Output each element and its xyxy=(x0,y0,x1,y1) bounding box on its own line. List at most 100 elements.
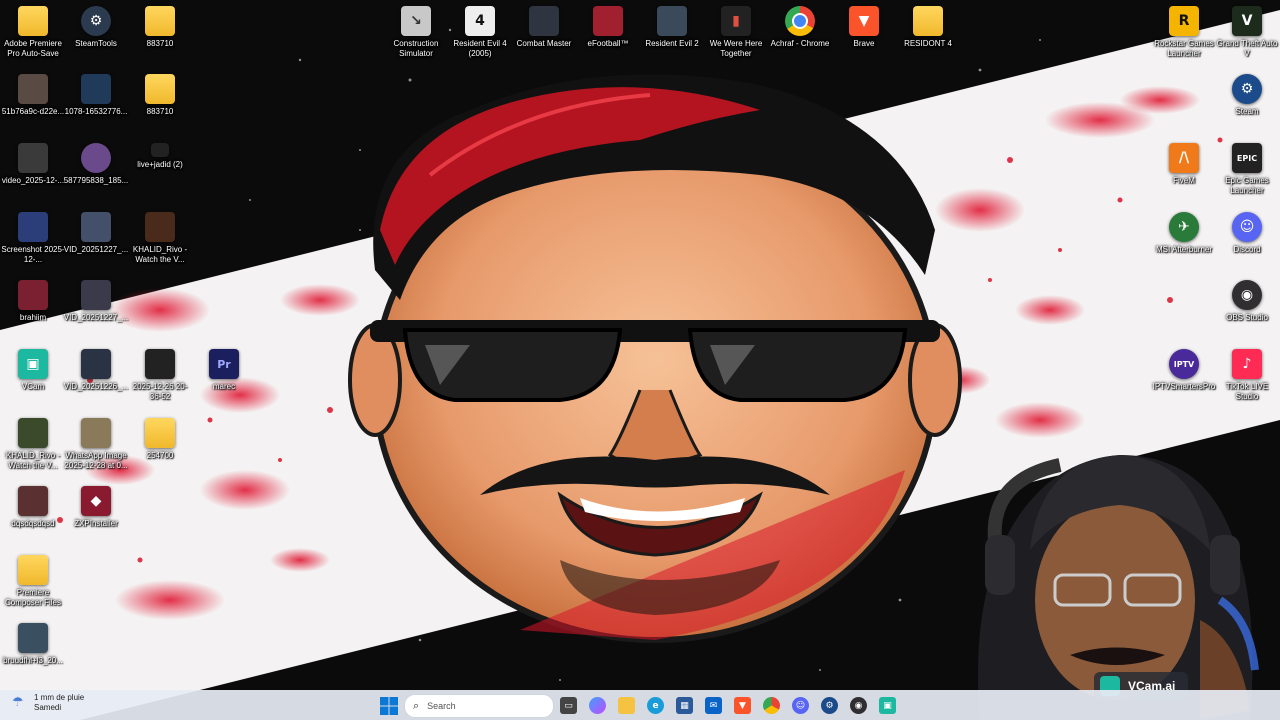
icon-label: Premiere Composer Files xyxy=(4,588,61,607)
taskbar-obs-icon[interactable]: ◉ xyxy=(850,697,867,714)
taskbar-copilot-icon[interactable] xyxy=(589,697,606,714)
desktop-icon-folder-254700[interactable]: 254700 xyxy=(127,418,193,461)
desktop-icon-adobe-premiere-autosave[interactable]: Adobe Premiere Pro Auto-Save xyxy=(0,6,66,59)
desktop-icon-premiere-composer-files[interactable]: Premiere Composer Files xyxy=(0,555,66,608)
icon-label: Grand Theft Auto V xyxy=(1216,39,1278,58)
taskbar-outlook-icon[interactable]: ✉ xyxy=(705,697,722,714)
desktop-icon-we-were-here-together[interactable]: ▮ We Were Here Together xyxy=(703,6,769,59)
desktop-icon-bruudfhl[interactable]: bruudfhl+l3_20... xyxy=(0,623,66,666)
taskbar-vcam-icon[interactable]: ▣ xyxy=(879,697,896,714)
icon-label: Screenshot 2025-12-... xyxy=(1,245,65,264)
desktop-icon-iptv-smarters[interactable]: IPTV IPTVSmartersPro xyxy=(1151,349,1217,392)
resident-evil-4-icon: 4 xyxy=(465,6,495,36)
desktop-icon-dqsdqsdqsd[interactable]: dqsdqsdqsd xyxy=(0,486,66,529)
epic-games-icon: EPIC xyxy=(1232,143,1262,173)
desktop-icon-steam[interactable]: ⚙ Steam xyxy=(1214,74,1280,117)
desktop-icon-combat-master[interactable]: Combat Master xyxy=(511,6,577,49)
desktop-icon-msi-afterburner[interactable]: ✈ MSI Afterburner xyxy=(1151,212,1217,255)
desktop-icon-vid-20251227[interactable]: VID_20251227_... xyxy=(63,212,129,255)
desktop-icon-obs-studio[interactable]: ◉ OBS Studio xyxy=(1214,280,1280,323)
icon-label: Resident Evil 4 (2005) xyxy=(453,39,507,58)
desktop-icon-khalid-rivo[interactable]: KHALID_Rivo - Watch the V... xyxy=(127,212,193,265)
folder-icon xyxy=(18,555,48,585)
weather-widget[interactable]: ☂ 1 mm de pluie Samedi xyxy=(12,693,84,713)
icon-label: Construction Simulator xyxy=(393,39,439,58)
taskbar-chrome-icon[interactable] xyxy=(763,697,780,714)
desktop-icon-residont-4[interactable]: RESIDONT 4 xyxy=(895,6,961,49)
desktop-icon-live-jadid[interactable]: live+jadid (2) xyxy=(127,143,193,170)
taskbar-edge-icon[interactable]: e xyxy=(647,697,664,714)
icon-label: marec xyxy=(212,382,236,391)
icon-label: Adobe Premiere Pro Auto-Save xyxy=(4,39,62,58)
desktop-icon-whatsapp-image[interactable]: WhatsApp Image 2025-12-28 at 0... xyxy=(63,418,129,471)
icon-label: TikTok LIVE Studio xyxy=(1225,382,1269,401)
desktop-icon-zxpinstaller[interactable]: ◆ ZXPInstaller xyxy=(63,486,129,529)
image-thumbnail-icon xyxy=(18,74,48,104)
start-button[interactable] xyxy=(380,697,398,715)
taskbar-file-explorer-icon[interactable] xyxy=(618,697,635,714)
discord-icon: ☺ xyxy=(1232,212,1262,242)
desktop-icon-tiktok-live-studio[interactable]: ♪ TikTok LIVE Studio xyxy=(1214,349,1280,402)
desktop-icon-steamtools[interactable]: ⚙ SteamTools xyxy=(63,6,129,49)
desktop-icon-vcam[interactable]: ▣ VCam xyxy=(0,349,66,392)
desktop-icon-chrome[interactable]: Achraf - Chrome xyxy=(767,6,833,49)
desktop-icon-rockstar-launcher[interactable]: R Rockstar Games Launcher xyxy=(1151,6,1217,59)
search-placeholder: Search xyxy=(427,701,456,711)
desktop-icon-khalid-rivo-2[interactable]: KHALID_Rivo - Watch the V... xyxy=(0,418,66,471)
video-thumbnail-icon xyxy=(18,143,48,173)
desktop-icon-epic-games[interactable]: EPIC Epic Games Launcher xyxy=(1214,143,1280,196)
icon-label: 2025-12-26 20-36-52 xyxy=(132,382,188,401)
taskbar-discord-icon[interactable]: ☺ xyxy=(792,697,809,714)
video-thumbnail-icon xyxy=(18,418,48,448)
chrome-icon xyxy=(785,6,815,36)
icon-label: VID_20251227_... xyxy=(63,313,129,322)
desktop-icon-screenshot[interactable]: Screenshot 2025-12-... xyxy=(0,212,66,265)
steam-icon: ⚙ xyxy=(1232,74,1262,104)
desktop-icon-2025-12-26[interactable]: 2025-12-26 20-36-52 xyxy=(127,349,193,402)
premiere-project-icon: Pr xyxy=(209,349,239,379)
desktop-icon-vid-20251226[interactable]: VID_20251226_... xyxy=(63,349,129,392)
windows-logo-icon xyxy=(380,697,398,715)
icon-label: 883710 xyxy=(146,39,174,48)
desktop-icon-image-1078[interactable]: 1078-16532776... xyxy=(63,74,129,117)
icon-label: 254700 xyxy=(146,451,174,460)
taskbar-brave-icon[interactable]: ▼ xyxy=(734,697,751,714)
desktop-icon-resident-evil-4-2005[interactable]: 4 Resident Evil 4 (2005) xyxy=(447,6,513,59)
desktop-icon-image-51b76a9c[interactable]: 51b76a9c-d22e... xyxy=(0,74,66,117)
desktop-icon-brahiim[interactable]: brahiim xyxy=(0,280,66,323)
taskbar-steam-icon[interactable]: ⚙ xyxy=(821,697,838,714)
video-thumbnail-icon xyxy=(145,349,175,379)
desktop-icon-discord[interactable]: ☺ Discord xyxy=(1214,212,1280,255)
icon-label: VID_20251227_... xyxy=(63,245,129,254)
icon-label: VID_20251226_... xyxy=(63,382,129,391)
desktop-icon-image-587795838[interactable]: 587795838_185... xyxy=(63,143,129,186)
video-thumbnail-icon xyxy=(145,212,175,242)
video-thumbnail-icon xyxy=(81,212,111,242)
obs-icon: ◉ xyxy=(1232,280,1262,310)
taskbar: ☂ 1 mm de pluie Samedi ⌕ Search ▭ e ▦ ✉ … xyxy=(0,690,1280,720)
vcam-icon: ▣ xyxy=(18,349,48,379)
desktop-icon-resident-evil-2[interactable]: Resident Evil 2 xyxy=(639,6,705,49)
desktop-icon-vid-20251227-2[interactable]: VID_20251227_... xyxy=(63,280,129,323)
icon-label: Brave xyxy=(853,39,875,48)
taskbar-task-view-icon[interactable]: ▭ xyxy=(560,697,577,714)
icon-label: 883710 xyxy=(146,107,174,116)
desktop-icon-folder-883710[interactable]: 883710 xyxy=(127,6,193,49)
weather-day: Samedi xyxy=(34,703,62,712)
desktop-icon-efootball[interactable]: eFootball™ xyxy=(575,6,641,49)
desktop-icon-gta-v[interactable]: V Grand Theft Auto V xyxy=(1214,6,1280,59)
desktop-icon-marec[interactable]: Pr marec xyxy=(191,349,257,392)
desktop-icon-brave[interactable]: ▼ Brave xyxy=(831,6,897,49)
image-thumbnail-icon xyxy=(81,143,111,173)
desktop-icon-fivem[interactable]: /\ FiveM xyxy=(1151,143,1217,186)
desktop-icon-folder-883710-2[interactable]: 883710 xyxy=(127,74,193,117)
combat-master-icon xyxy=(529,6,559,36)
icon-label: Steam xyxy=(1235,107,1259,116)
icon-label: brahiim xyxy=(19,313,47,322)
desktop-icon-construction-simulator[interactable]: ↘ Construction Simulator xyxy=(383,6,449,59)
taskbar-search-box[interactable]: ⌕ Search xyxy=(404,694,554,718)
icon-label: live+jadid (2) xyxy=(137,160,183,169)
taskbar-store-icon[interactable]: ▦ xyxy=(676,697,693,714)
desktop-icon-video-2025-12[interactable]: video_2025-12-... xyxy=(0,143,66,186)
rockstar-icon: R xyxy=(1169,6,1199,36)
